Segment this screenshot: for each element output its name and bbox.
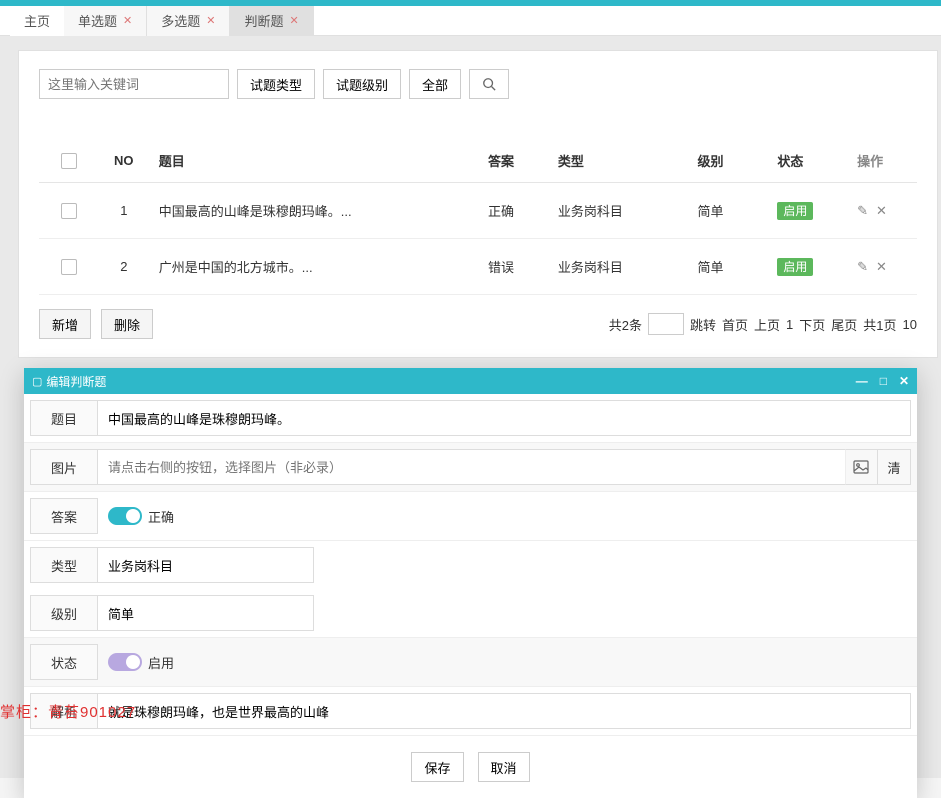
last-page-link[interactable]: 尾页 (831, 315, 857, 334)
row-level: 简单 (698, 257, 778, 276)
tab-judge[interactable]: 判断题 ✕ (230, 6, 313, 36)
col-op-header: 操作 (857, 151, 917, 170)
next-page-link[interactable]: 下页 (799, 315, 825, 334)
maximize-icon[interactable]: □ (880, 374, 887, 388)
table-footer: 新增 删除 共2条 跳转 首页 上页 1 下页 尾页 共1页 10 (39, 309, 917, 339)
row-no: 2 (99, 259, 149, 274)
title-input[interactable] (98, 400, 911, 436)
image-clear-button[interactable]: 清 (878, 449, 911, 485)
close-icon[interactable]: ✕ (206, 14, 215, 27)
col-answer-header: 答案 (488, 151, 558, 170)
page-jump-input[interactable] (648, 313, 684, 335)
tab-single-label: 单选题 (78, 11, 117, 30)
watermark: 掌柜：青苔901027 (0, 701, 136, 722)
col-level-header: 级别 (698, 151, 778, 170)
image-picker-button[interactable] (845, 449, 878, 485)
row-checkbox[interactable] (61, 203, 77, 219)
dialog-title: 编辑判断题 (46, 373, 106, 390)
table-row: 1 中国最高的山峰是珠穆朗玛峰。... 正确 业务岗科目 简单 启用 ✎ ✕ (39, 183, 917, 239)
search-button[interactable] (469, 69, 509, 99)
current-page: 1 (786, 317, 793, 332)
row-answer: 错误 (488, 257, 558, 276)
col-title-header: 题目 (149, 151, 488, 170)
tab-home[interactable]: 主页 (10, 6, 64, 36)
dialog-titlebar[interactable]: ▢ 编辑判断题 — □ ✕ (24, 368, 917, 394)
tab-multi-label: 多选题 (161, 11, 200, 30)
label-image: 图片 (30, 449, 98, 485)
level-filter-button[interactable]: 试题级别 (323, 69, 401, 99)
label-title: 题目 (30, 400, 98, 436)
close-icon[interactable]: ✕ (899, 374, 909, 388)
type-filter-button[interactable]: 试题类型 (237, 69, 315, 99)
label-status: 状态 (30, 644, 98, 680)
edit-icon[interactable]: ✎ (857, 259, 868, 275)
filter-bar: 试题类型 试题级别 全部 (39, 69, 917, 99)
explain-input[interactable] (98, 693, 911, 729)
dialog-body: 题目 图片 清 答案 正确 类型 级别 (24, 394, 917, 798)
image-input[interactable] (98, 449, 845, 485)
label-answer: 答案 (30, 498, 98, 534)
dialog-footer: 保存 取消 (24, 736, 917, 798)
answer-toggle-label: 正确 (148, 507, 174, 526)
close-icon[interactable]: ✕ (290, 14, 299, 27)
minimize-icon[interactable]: — (856, 374, 868, 388)
add-button[interactable]: 新增 (39, 309, 91, 339)
label-level: 级别 (30, 595, 98, 631)
delete-icon[interactable]: ✕ (876, 203, 887, 219)
table-row: 2 广州是中国的北方城市。... 错误 业务岗科目 简单 启用 ✎ ✕ (39, 239, 917, 295)
level-select[interactable] (98, 595, 314, 631)
col-status-header: 状态 (777, 151, 857, 170)
row-level: 简单 (698, 201, 778, 220)
jump-link[interactable]: 跳转 (690, 315, 716, 334)
status-badge: 启用 (777, 258, 813, 276)
content-panel: 试题类型 试题级别 全部 NO 题目 答案 类型 级别 状态 操作 1 中国最高… (18, 50, 938, 358)
total-count: 共2条 (609, 315, 642, 334)
select-all-checkbox[interactable] (61, 153, 77, 169)
table-header: NO 题目 答案 类型 级别 状态 操作 (39, 139, 917, 183)
tab-multi[interactable]: 多选题 ✕ (147, 6, 230, 36)
row-checkbox[interactable] (61, 259, 77, 275)
edit-icon[interactable]: ✎ (857, 203, 868, 219)
delete-icon[interactable]: ✕ (876, 259, 887, 275)
label-type: 类型 (30, 547, 98, 583)
row-title: 广州是中国的北方城市。... (149, 257, 488, 276)
per-page: 10 (903, 317, 917, 332)
tab-single[interactable]: 单选题 ✕ (64, 6, 147, 36)
row-no: 1 (99, 203, 149, 218)
col-type-header: 类型 (558, 151, 698, 170)
col-no-header: NO (99, 153, 149, 168)
status-toggle[interactable] (108, 653, 142, 671)
tab-bar: 主页 单选题 ✕ 多选题 ✕ 判断题 ✕ (0, 6, 941, 36)
answer-toggle[interactable] (108, 507, 142, 525)
first-page-link[interactable]: 首页 (722, 315, 748, 334)
total-pages: 共1页 (863, 315, 896, 334)
all-filter-button[interactable]: 全部 (409, 69, 461, 99)
status-toggle-label: 启用 (148, 653, 174, 672)
row-type: 业务岗科目 (558, 201, 698, 220)
status-badge: 启用 (777, 202, 813, 220)
tab-judge-label: 判断题 (244, 11, 283, 30)
edit-dialog: ▢ 编辑判断题 — □ ✕ 题目 图片 清 答案 (24, 368, 917, 798)
prev-page-link[interactable]: 上页 (754, 315, 780, 334)
search-icon (482, 77, 496, 91)
type-select[interactable] (98, 547, 314, 583)
row-type: 业务岗科目 (558, 257, 698, 276)
tab-home-label: 主页 (24, 11, 50, 30)
row-title: 中国最高的山峰是珠穆朗玛峰。... (149, 201, 488, 220)
image-icon (853, 459, 869, 475)
window-icon: ▢ (32, 375, 42, 388)
keyword-input[interactable] (39, 69, 229, 99)
close-icon[interactable]: ✕ (123, 14, 132, 27)
delete-button[interactable]: 删除 (101, 309, 153, 339)
row-answer: 正确 (488, 201, 558, 220)
